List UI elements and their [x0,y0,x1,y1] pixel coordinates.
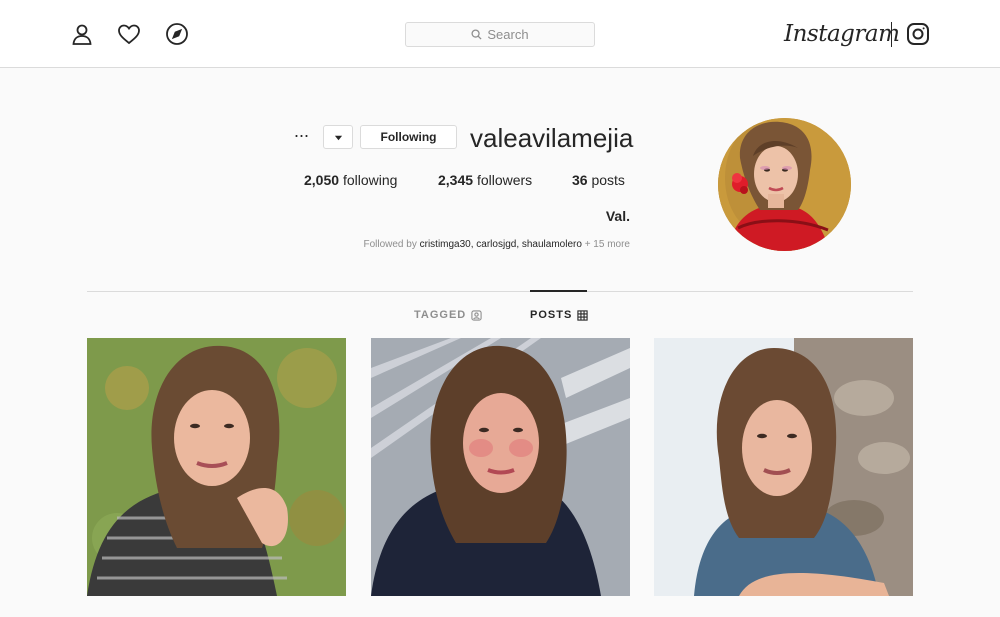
profile-username: valeavilamejia [470,123,634,153]
following-count: 2,050 [304,172,340,188]
followed-by-names: cristimga30, carlosjgd, shaulamolero [419,239,582,250]
profile-full-name: Val. [605,208,630,224]
posts-count: 36 [572,172,588,188]
following-stat[interactable]: 2,050 following [304,172,397,190]
tab-tagged[interactable]: TAGGED [414,307,482,323]
post-thumbnail-1[interactable] [654,338,913,596]
logo-divider [891,22,892,47]
explore-compass-icon[interactable] [165,22,189,46]
tag-icon [471,309,482,321]
top-navigation-bar: Search Instagram [0,0,1000,68]
instagram-camera-icon[interactable] [906,22,930,46]
grid-icon [577,309,588,321]
active-tab-indicator [530,290,587,292]
following-label: following [342,172,398,188]
tabs-divider [87,291,913,292]
tab-posts[interactable]: POSTS [530,307,588,323]
followers-stat[interactable]: 2,345 followers [438,172,532,190]
tab-posts-label: POSTS [530,309,573,321]
search-icon [471,29,482,40]
profile-avatar[interactable] [718,118,851,251]
more-options-button[interactable]: ··· [290,125,312,149]
search-placeholder: Search [487,27,529,42]
followed-by-prefix: Followed by [363,239,417,250]
search-input[interactable]: Search [405,22,595,47]
posts-stat: 36 posts [572,172,625,190]
tab-tagged-label: TAGGED [414,309,467,321]
post-thumbnail-2[interactable] [371,338,630,596]
profile-icon[interactable] [70,22,94,46]
followed-by-more: + 15 more [584,239,630,250]
caret-down-icon [334,135,342,140]
followed-by-text[interactable]: Followed by cristimga30, carlosjgd, shau… [320,239,630,250]
following-button[interactable]: Following [360,125,457,149]
followers-count: 2,345 [438,172,474,188]
followers-label: followers [476,172,533,188]
suggested-accounts-dropdown-button[interactable] [323,125,353,149]
post-thumbnail-3[interactable] [87,338,346,596]
instagram-wordmark[interactable]: Instagram [784,17,900,51]
posts-label: posts [591,172,625,188]
heart-icon[interactable] [117,22,141,46]
